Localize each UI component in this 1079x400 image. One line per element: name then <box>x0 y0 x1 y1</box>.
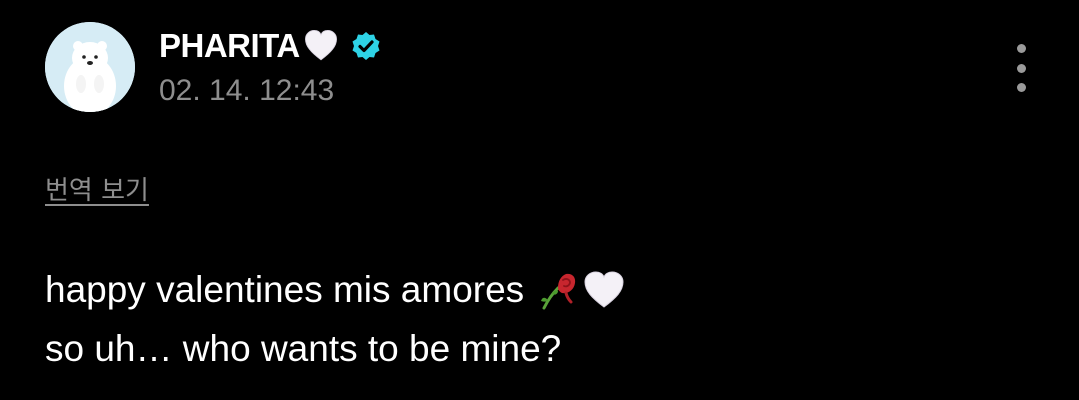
white-heart-icon <box>582 268 626 312</box>
white-heart-icon <box>302 27 340 65</box>
more-vertical-icon-dot <box>1016 83 1026 92</box>
more-vertical-icon <box>1016 44 1026 53</box>
polar-bear-avatar-icon <box>45 22 135 112</box>
more-vertical-icon-dot <box>1016 63 1026 73</box>
author-row: PHARITA <box>159 24 382 68</box>
post-header: PHARITA 02. 14. 12:43 <box>0 0 1079 130</box>
verified-badge-icon <box>350 30 382 62</box>
more-options-button[interactable] <box>1004 40 1038 96</box>
post-text-line: happy valentines mis amores <box>45 260 1035 319</box>
post-timestamp: 02. 14. 12:43 <box>159 74 335 107</box>
post-body: happy valentines mis amores so uh… who w… <box>45 260 1035 378</box>
post-text-line1: happy valentines mis amores <box>45 269 525 310</box>
translate-link[interactable]: 번역 보기 <box>45 170 149 207</box>
wilted-rose-icon <box>536 268 580 312</box>
post-text-line: so uh… who wants to be mine? <box>45 319 1035 378</box>
author-name[interactable]: PHARITA <box>159 27 300 65</box>
post-text-line2: so uh… who wants to be mine? <box>45 328 562 369</box>
avatar[interactable] <box>45 22 135 112</box>
